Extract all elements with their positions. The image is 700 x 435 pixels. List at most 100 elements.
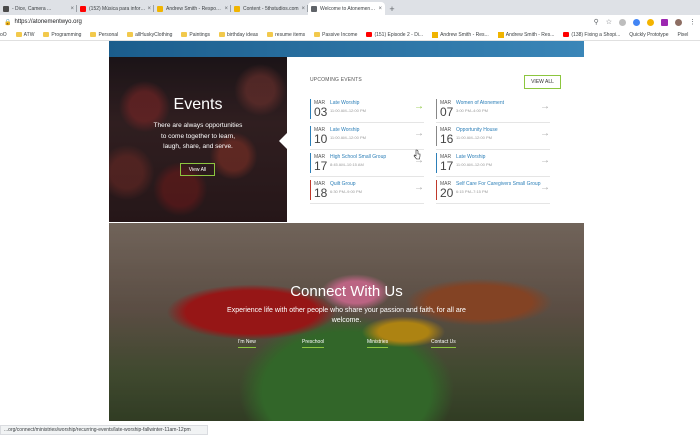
tab-title: Welcome to Atonement Luthera... — [320, 5, 376, 12]
tab-close-icon[interactable]: × — [378, 6, 382, 12]
bookmark-item[interactable]: Pixel — [677, 32, 688, 38]
connect-links: I'm New Preschool Ministries Contact Us — [109, 339, 584, 351]
event-item[interactable]: MAR 07 Women of Atonement 3:00 PM–4:00 PM → — [436, 98, 550, 123]
event-category-bar — [310, 99, 311, 119]
bookmark-item[interactable]: Andrew Smith - Res... — [432, 31, 489, 38]
folder-icon — [90, 32, 97, 37]
event-name-link[interactable]: Quilt Group — [330, 181, 356, 187]
page-viewport: Events There are always opportunities to… — [0, 41, 700, 425]
connect-link-preschool[interactable]: Preschool — [302, 339, 325, 348]
tab-close-icon[interactable]: × — [301, 6, 305, 12]
browser-tab-strip: - Dice, Camera ... × (152) Música para inf… — [0, 0, 700, 15]
bookmark-item[interactable]: Quickly Prototype — [629, 32, 668, 38]
event-category-bar — [436, 126, 437, 146]
extension-icon[interactable] — [647, 18, 654, 26]
event-item[interactable]: MAR 03 Late Worship 11:00 AM–12:00 PM → — [310, 98, 424, 123]
event-name-link[interactable]: Opportunity House — [456, 127, 498, 133]
connect-link-ministries[interactable]: Ministries — [367, 339, 389, 348]
search-icon[interactable]: ⚲ — [594, 18, 599, 26]
browser-tab[interactable]: Welcome to Atonement Luthera...× — [308, 2, 385, 15]
bookmark-item[interactable]: (151) Episode 2 - Di... — [366, 32, 423, 38]
bookmark-item[interactable]: allHuskyClothing — [127, 32, 172, 38]
arrow-right-icon[interactable]: → — [540, 155, 550, 166]
tab-close-icon[interactable]: × — [147, 6, 151, 12]
bookmark-label: birthday ideas — [227, 31, 259, 38]
browser-tab[interactable]: Andrew Smith - Responsive Re...× — [154, 2, 231, 15]
bookmark-label: (151) Episode 2 - Di... — [374, 31, 424, 38]
event-name-link[interactable]: Late Worship — [330, 100, 359, 106]
bookmark-item[interactable]: Andrew Smith - Res... — [497, 31, 555, 38]
event-day: 17 — [440, 159, 454, 173]
connect-section: Connect With Us Experience life with oth… — [109, 223, 584, 421]
arrow-right-icon[interactable]: → — [540, 128, 550, 139]
event-time: 6:30 PM–9:00 PM — [330, 189, 363, 194]
bookmark-item[interactable]: resume items — [267, 32, 305, 38]
tab-title: - Dice, Camera ... — [12, 5, 52, 12]
panel-pointer — [279, 133, 287, 149]
bookmark-item[interactable]: Programming — [43, 32, 81, 38]
bookmark-label: Andrew Smith - Res... — [440, 31, 489, 38]
bookmark-item[interactable]: ATW — [15, 31, 35, 38]
address-bar-row: 🔒 https://atonementwyo.org ⚲ ☆ ⋮ — [0, 15, 700, 29]
new-tab-button[interactable]: + — [385, 2, 399, 15]
event-item[interactable]: MAR 10 Late Worship 11:00 AM–12:00 PM → — [310, 125, 424, 150]
event-item[interactable]: MAR 20 Self Care For Caregivers Small Grou… — [436, 179, 550, 204]
browser-tab[interactable]: - Dice, Camera ... × — [0, 2, 77, 15]
event-category-bar — [310, 153, 311, 173]
bookmark-label: Andrew Smith - Res... — [505, 31, 555, 38]
bookmark-star-icon[interactable]: ☆ — [606, 18, 612, 26]
tab-title: (152) Música para informáti... — [89, 5, 145, 12]
tab-favicon-icon — [234, 5, 240, 12]
browser-tab[interactable]: Content - 5thstudios.com × — [231, 2, 308, 15]
bookmark-item[interactable]: Paintings — [181, 32, 210, 38]
tab-close-icon[interactable]: × — [70, 6, 74, 12]
arrow-right-icon[interactable]: → — [540, 182, 550, 193]
event-day: 16 — [440, 132, 454, 146]
event-item[interactable]: MAR 18 Quilt Group 6:30 PM–9:00 PM → — [310, 179, 424, 204]
folder-icon — [219, 32, 225, 37]
event-time: 3:00 PM–4:00 PM — [456, 108, 489, 113]
extension-icon[interactable] — [661, 18, 668, 26]
event-item[interactable]: MAR 17 Late Worship 11:00 AM–12:00 PM → — [436, 152, 550, 177]
arrow-right-icon[interactable]: → — [414, 182, 424, 193]
event-item[interactable]: MAR 17 High School Small Group 8:45 AM–10:1… — [310, 152, 424, 177]
bookmark-label: Programming — [51, 31, 82, 38]
events-description: There are always opportunities to come t… — [153, 122, 243, 150]
bookmark-item[interactable]: Passive Income — [314, 32, 357, 38]
site-favicon-icon — [497, 31, 504, 38]
event-name-link[interactable]: Late Worship — [330, 127, 359, 133]
menu-kebab-icon[interactable]: ⋮ — [689, 18, 696, 26]
extension-icon[interactable] — [619, 18, 626, 26]
arrow-right-icon[interactable]: → — [540, 101, 550, 112]
event-name-link[interactable]: High School Small Group — [330, 154, 386, 160]
bookmark-label: resume items — [275, 31, 306, 38]
address-bar-url[interactable]: https://atonementwyo.org — [14, 19, 593, 25]
youtube-icon — [563, 32, 570, 37]
event-name-link[interactable]: Women of Atonement — [456, 100, 504, 106]
event-category-bar — [436, 153, 437, 173]
event-time: 11:00 AM–12:00 PM — [456, 162, 492, 167]
folder-icon — [181, 32, 188, 37]
bookmark-label: ATW — [23, 31, 35, 38]
extension-icon[interactable] — [633, 18, 640, 26]
arrow-right-icon[interactable]: → — [414, 128, 424, 139]
browser-tab[interactable]: (152) Música para informáti...× — [77, 2, 154, 15]
event-item[interactable]: MAR 16 Opportunity House 11:00 AM–12:00 PM → — [436, 125, 550, 150]
bookmark-item[interactable]: (138) Fixing a Shopi... — [563, 32, 620, 38]
event-name-link[interactable]: Self Care For Caregivers Small Group — [456, 181, 540, 187]
arrow-right-icon[interactable]: → — [414, 101, 424, 112]
bookmark-item[interactable]: Personal — [90, 32, 118, 38]
folder-icon — [43, 32, 50, 37]
upcoming-view-all-button[interactable]: VIEW ALL — [524, 75, 561, 89]
events-view-all-button[interactable]: View All — [180, 163, 215, 176]
connect-link-contact[interactable]: Contact Us — [431, 339, 456, 348]
events-title: Events — [173, 96, 223, 113]
profile-avatar[interactable] — [675, 18, 682, 26]
bookmark-item[interactable]: birthday ideas — [219, 32, 258, 38]
event-day: 18 — [314, 186, 328, 200]
bookmark-item[interactable]: oO — [0, 32, 7, 38]
event-time: 8:45 AM–10:15 AM — [330, 162, 364, 167]
connect-link-new[interactable]: I'm New — [238, 339, 256, 348]
event-name-link[interactable]: Late Worship — [456, 154, 485, 160]
tab-close-icon[interactable]: × — [224, 6, 228, 12]
